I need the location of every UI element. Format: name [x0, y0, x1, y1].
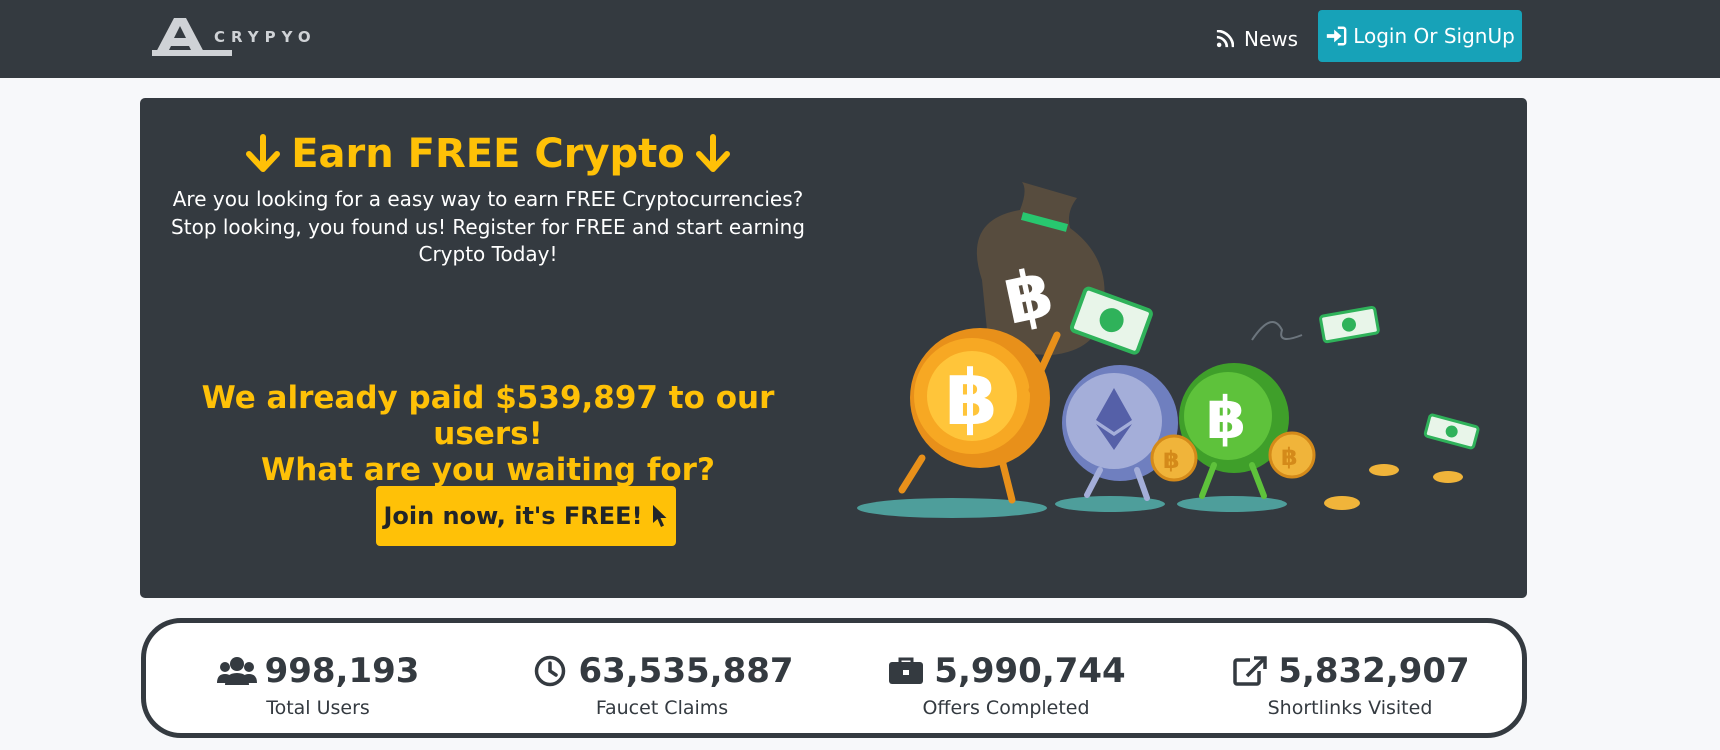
svg-text:฿: ฿: [1281, 443, 1298, 471]
rss-icon: [1216, 30, 1234, 48]
clock-icon: [535, 655, 566, 687]
stat-value: 998,193: [264, 651, 420, 691]
hero-description: Are you looking for a easy way to earn F…: [171, 187, 805, 266]
briefcase-icon: [889, 657, 924, 684]
external-link-icon: [1233, 656, 1268, 686]
stat-label: Faucet Claims: [595, 697, 729, 719]
svg-text:฿: ฿: [945, 353, 998, 442]
arrow-down-icon: [246, 134, 281, 172]
sign-in-icon: [1327, 26, 1347, 46]
stat-label: Shortlinks Visited: [1267, 697, 1433, 719]
nav-news-label: News: [1244, 27, 1299, 51]
stat-value: 63,535,887: [578, 651, 794, 691]
hero-banner: Earn FREE Crypto Are you looking for a e…: [140, 98, 1527, 598]
hero-title: Earn FREE Crypto: [170, 128, 806, 180]
arrow-down-icon: [695, 134, 730, 172]
stat-faucet-claims: 63,535,887 Faucet Claims: [490, 623, 834, 733]
hero-text: Earn FREE Crypto Are you looking for a e…: [170, 98, 806, 546]
stat-value: 5,990,744: [934, 651, 1126, 691]
login-signup-label: Login Or SignUp: [1353, 24, 1515, 48]
paid-amount-text: We already paid $539,897 to our users! W…: [201, 380, 775, 488]
site-logo[interactable]: CRYPYO: [152, 16, 332, 58]
crypto-coins-illustration: ฿ ฿ ฿ ฿ ฿: [857, 182, 1480, 518]
stat-total-users: 998,193 Total Users: [146, 623, 490, 733]
svg-text:฿: ฿: [1163, 446, 1180, 474]
nav-news-link[interactable]: News: [1216, 22, 1298, 56]
stat-shortlinks-visited: 5,832,907 Shortlinks Visited: [1178, 623, 1522, 733]
stat-label: Total Users: [266, 697, 370, 719]
stats-bar: 998,193 Total Users 63,535,887 Faucet Cl…: [141, 618, 1527, 738]
login-signup-button[interactable]: Login Or SignUp: [1318, 10, 1522, 62]
stat-label: Offers Completed: [922, 697, 1090, 719]
cursor-pointer-icon: [652, 505, 667, 527]
svg-text:CRYPYO: CRYPYO: [214, 28, 317, 46]
stat-value: 5,832,907: [1278, 651, 1470, 691]
join-now-label: Join now, it's FREE!: [383, 502, 643, 530]
join-now-button[interactable]: Join now, it's FREE!: [376, 486, 676, 546]
navbar: CRYPYO News Login Or SignUp: [0, 0, 1720, 78]
stat-offers-completed: 5,990,744 Offers Completed: [834, 623, 1178, 733]
hero-title-text: Earn FREE Crypto: [291, 131, 685, 177]
svg-text:฿: ฿: [1206, 384, 1246, 452]
users-icon: [216, 657, 257, 685]
